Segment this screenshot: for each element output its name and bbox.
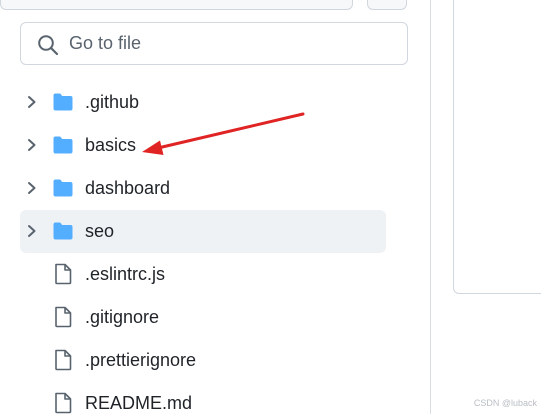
chevron-right-icon[interactable]	[24, 180, 40, 196]
folder-icon	[53, 93, 73, 111]
folder-icon	[53, 136, 73, 154]
tree-item-seo[interactable]: seo	[20, 210, 386, 253]
content-panel	[453, 0, 541, 294]
tree-item-label: dashboard	[85, 178, 171, 198]
panel-divider	[430, 0, 431, 414]
tree-item-label: .github	[85, 92, 140, 112]
tree-item-label: .prettierignore	[85, 350, 197, 370]
search-icon	[38, 35, 59, 56]
chevron-right-icon[interactable]	[24, 94, 40, 110]
branch-selector-button[interactable]	[0, 0, 353, 10]
file-icon	[55, 349, 72, 371]
file-tree: .github basics dashboard seo .eslintrc.j…	[20, 81, 386, 414]
tree-item-eslintrc[interactable]: .eslintrc.js	[20, 253, 386, 296]
folder-icon	[53, 222, 73, 240]
watermark-text: CSDN @luback	[473, 398, 537, 408]
file-browser-page: .github basics dashboard	[0, 0, 541, 414]
folder-icon	[53, 179, 73, 197]
tree-item-dashboard[interactable]: dashboard	[20, 167, 386, 210]
tree-item-readme[interactable]: README.md	[20, 382, 386, 414]
file-icon	[55, 263, 72, 285]
tree-item-prettierignore[interactable]: .prettierignore	[20, 339, 386, 382]
go-to-file-search-box[interactable]	[20, 22, 408, 65]
tree-item-label: basics	[85, 135, 137, 155]
tree-item-label: .gitignore	[85, 307, 160, 327]
tree-item-gitignore[interactable]: .gitignore	[20, 296, 386, 339]
chevron-right-icon[interactable]	[24, 223, 40, 239]
tree-item-github[interactable]: .github	[20, 81, 386, 124]
search-input[interactable]	[69, 23, 389, 64]
add-file-button[interactable]	[367, 0, 407, 10]
tree-item-basics[interactable]: basics	[20, 124, 386, 167]
chevron-right-icon[interactable]	[24, 137, 40, 153]
tree-item-label: README.md	[85, 393, 193, 413]
file-icon	[55, 306, 72, 328]
tree-item-label: seo	[85, 221, 115, 241]
tree-item-label: .eslintrc.js	[85, 264, 166, 284]
file-icon	[55, 392, 72, 414]
